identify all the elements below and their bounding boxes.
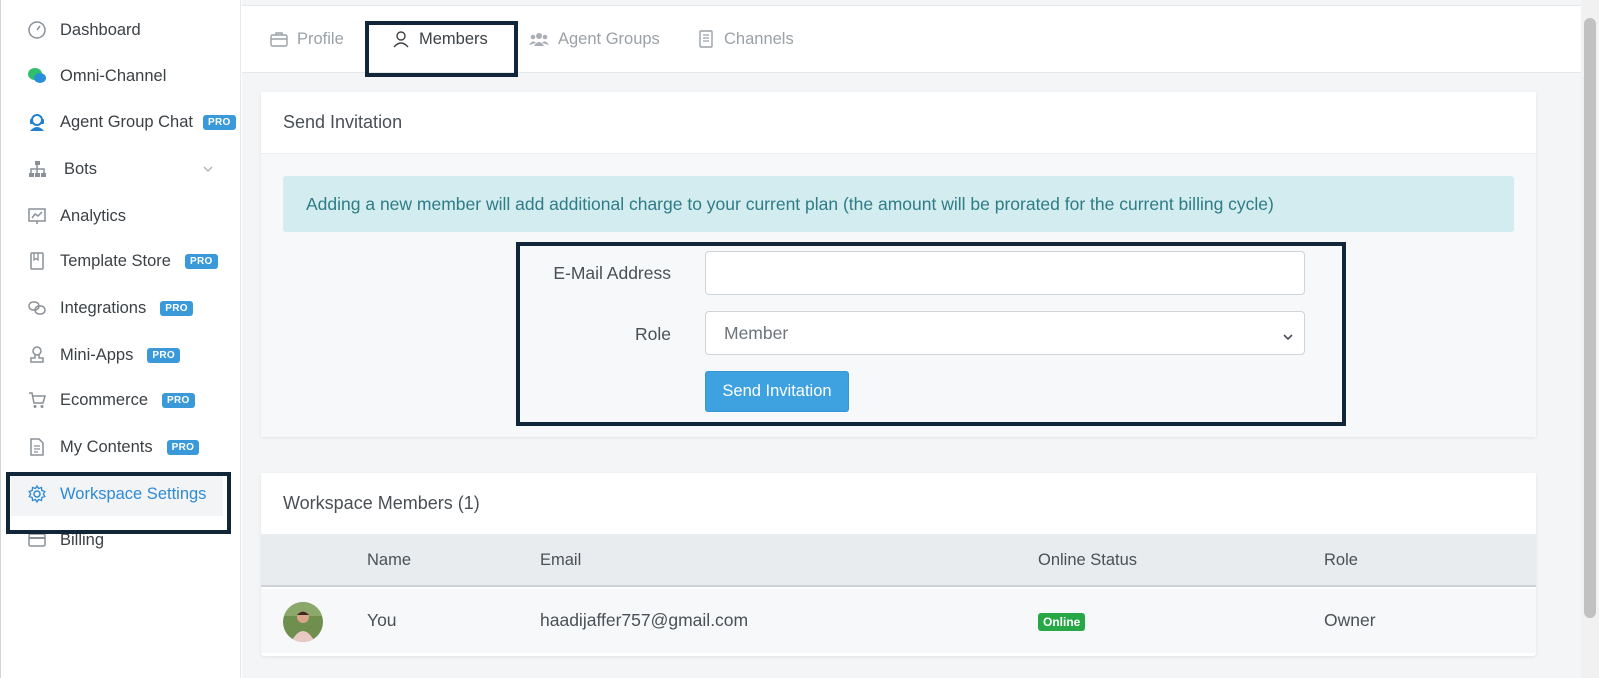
tab-channels[interactable]: Channels — [697, 6, 794, 72]
table-row: You haadijaffer757@gmail.com Online Owne… — [261, 589, 1536, 653]
pro-badge: PRO — [203, 114, 236, 130]
column-header-online-status: Online Status — [1038, 551, 1138, 569]
chevron-down-icon[interactable] — [202, 161, 214, 180]
headset-agent-icon — [26, 111, 48, 133]
sidebar: Dashboard Omni-Channel Agent Group Chat … — [0, 0, 241, 678]
pro-badge: PRO — [147, 347, 180, 363]
sidebar-item-template-store[interactable]: Template Store PRO — [1, 239, 242, 283]
billing-notice-alert: Adding a new member will add additional … — [283, 176, 1514, 232]
sidebar-item-label: Agent Group Chat — [60, 112, 193, 131]
sidebar-item-label: Analytics — [60, 206, 127, 225]
workspace-members-card: Workspace Members (1) Name Email Online … — [261, 473, 1536, 656]
sidebar-item-agent-group-chat[interactable]: Agent Group Chat PRO — [1, 100, 242, 144]
dashboard-gauge-icon — [26, 19, 48, 41]
sidebar-item-label: Integrations — [60, 298, 147, 317]
notebook-icon — [697, 30, 715, 48]
card-title: Send Invitation — [261, 92, 1536, 154]
sidebar-item-integrations[interactable]: Integrations PRO — [1, 286, 242, 330]
table-header: Name Email Online Status Role — [261, 535, 1536, 587]
chart-board-icon — [26, 205, 48, 227]
pro-badge: PRO — [166, 439, 200, 455]
tab-label: Profile — [297, 29, 344, 48]
sidebar-item-mini-apps[interactable]: Mini-Apps PRO — [1, 333, 242, 377]
cart-icon — [26, 389, 48, 411]
sidebar-item-bots[interactable]: Bots — [1, 147, 242, 191]
tab-label: Channels — [724, 29, 794, 48]
scrollbar-thumb[interactable] — [1584, 18, 1596, 618]
stamp-icon — [26, 344, 48, 366]
member-role: Owner — [1324, 610, 1376, 630]
link-chain-icon — [26, 297, 48, 319]
member-email: haadijaffer757@gmail.com — [540, 610, 749, 630]
sitemap-icon — [26, 158, 48, 180]
column-header-email: Email — [540, 551, 582, 569]
tab-label: Agent Groups — [558, 29, 660, 48]
sidebar-item-label: Omni-Channel — [60, 66, 167, 85]
book-icon — [26, 250, 48, 272]
sidebar-item-label: Ecommerce — [60, 390, 149, 409]
highlight-box-workspace-settings — [6, 472, 231, 534]
highlight-box-invitation-form — [516, 242, 1346, 426]
member-name: You — [367, 610, 397, 630]
online-status-badge: Online — [1038, 613, 1086, 631]
tab-agent-groups[interactable]: Agent Groups — [529, 6, 660, 72]
sidebar-item-label: Template Store — [60, 251, 171, 270]
sidebar-item-ecommerce[interactable]: Ecommerce PRO — [1, 378, 242, 422]
users-group-icon — [529, 31, 549, 47]
document-icon — [26, 436, 48, 458]
sidebar-item-label: Dashboard — [60, 20, 141, 39]
sidebar-item-analytics[interactable]: Analytics — [1, 194, 242, 238]
sidebar-item-label: Mini-Apps — [60, 345, 134, 364]
sidebar-item-label: Bots — [64, 159, 98, 178]
avatar — [283, 602, 323, 642]
highlight-box-members-tab — [365, 21, 518, 77]
sidebar-item-my-contents[interactable]: My Contents PRO — [1, 425, 242, 469]
column-header-role: Role — [1324, 551, 1358, 569]
pro-badge: PRO — [162, 392, 195, 408]
card-title: Workspace Members (1) — [261, 473, 1536, 535]
sidebar-item-dashboard[interactable]: Dashboard — [1, 8, 242, 52]
sidebar-item-label: My Contents — [60, 437, 153, 456]
briefcase-icon — [270, 30, 288, 48]
pro-badge: PRO — [184, 253, 218, 269]
chat-bubbles-icon — [26, 65, 48, 87]
column-header-name: Name — [367, 551, 412, 569]
tab-profile[interactable]: Profile — [270, 6, 344, 72]
sidebar-item-omni-channel[interactable]: Omni-Channel — [1, 54, 242, 98]
main-content: Profile Members Agent Groups Channels Se… — [242, 0, 1581, 678]
pro-badge: PRO — [160, 300, 193, 316]
